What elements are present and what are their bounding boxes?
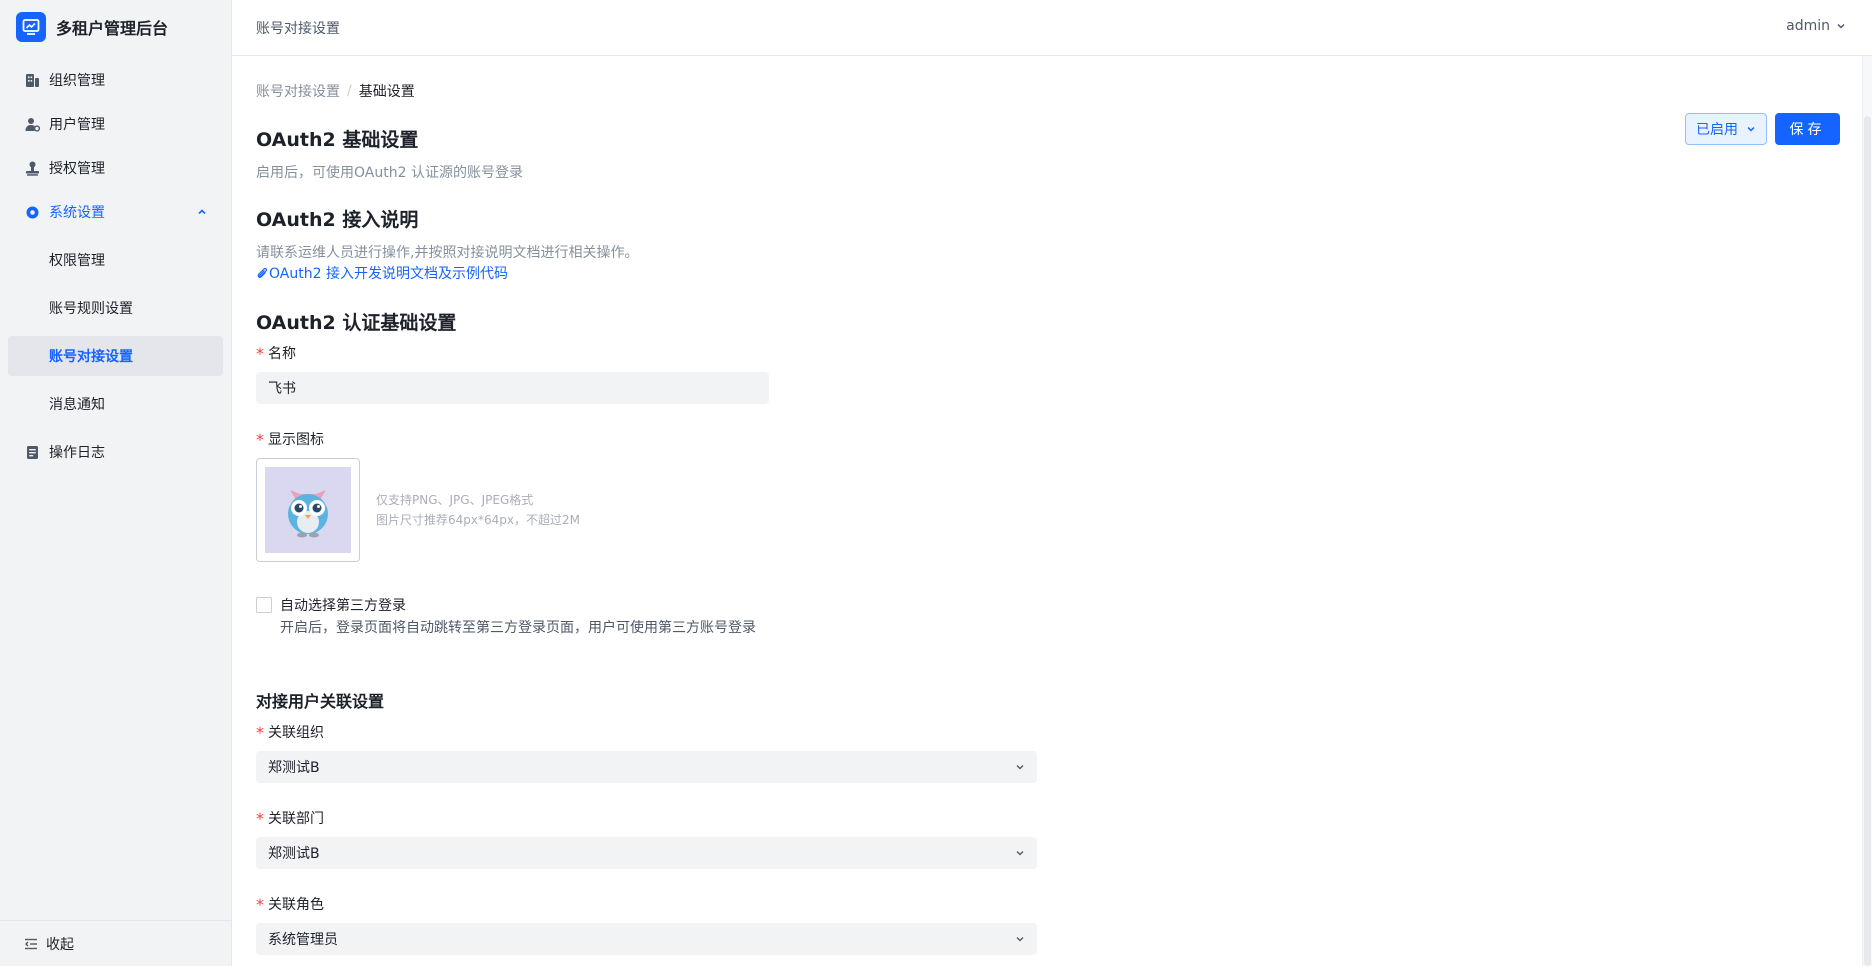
collapse-sidebar-button[interactable]: 收起 [0, 920, 232, 966]
org-select[interactable]: 郑测试B [256, 751, 1037, 783]
app-logo-icon [16, 12, 46, 42]
mapping-title: 对接用户关联设置 [256, 692, 385, 711]
chevron-down-icon [1015, 934, 1025, 944]
guide-link-text: OAuth2 接入开发说明文档及示例代码 [269, 266, 508, 282]
breadcrumb-parent[interactable]: 账号对接设置 [256, 81, 340, 101]
user-menu[interactable]: admin [1786, 18, 1846, 34]
sidebar-item-label: 操作日志 [49, 445, 105, 461]
sidebar-menu: 组织管理 用户管理 授权管理 系统设置 权限管理 账号规则设置 账号对接设置 消… [0, 60, 231, 472]
auto-login-checkbox[interactable] [256, 597, 272, 613]
sidebar-item-label: 授权管理 [49, 161, 105, 177]
sidebar-subitem-label: 账号规则设置 [49, 301, 133, 317]
sidebar-subitem-label: 消息通知 [49, 397, 105, 413]
dept-select-value: 郑测试B [268, 846, 320, 862]
basic-settings-title: OAuth2 基础设置 [256, 129, 419, 151]
sidebar: 多租户管理后台 组织管理 用户管理 授权管理 系统设置 权限管理 账号规则设置 … [0, 0, 232, 966]
label-text: 名称 [268, 346, 296, 362]
icon-field-label: * 显示图标 [256, 429, 324, 449]
sidebar-subitem-permissions[interactable]: 权限管理 [8, 240, 223, 280]
sidebar-item-org[interactable]: 组织管理 [8, 60, 223, 100]
user-settings-icon [24, 116, 40, 132]
sidebar-subitem-label: 权限管理 [49, 253, 105, 269]
breadcrumb-separator: / [347, 83, 352, 99]
required-mark: * [256, 722, 264, 742]
sidebar-subitem-notifications[interactable]: 消息通知 [8, 384, 223, 424]
auto-login-label[interactable]: 自动选择第三方登录 [280, 595, 406, 615]
app-name: 多租户管理后台 [56, 19, 169, 38]
sidebar-item-auth[interactable]: 授权管理 [8, 148, 223, 188]
brand[interactable]: 多租户管理后台 [0, 0, 231, 54]
breadcrumb: 账号对接设置 / 基础设置 [256, 81, 1846, 101]
required-mark: * [256, 343, 264, 363]
scrollbar-track[interactable] [1862, 56, 1872, 966]
guide-desc: 请联系运维人员进行操作,并按照对接说明文档进行相关操作。 [256, 245, 639, 261]
required-mark: * [256, 894, 264, 914]
sidebar-subitem-account-integration[interactable]: 账号对接设置 [8, 336, 223, 376]
sidebar-item-logs[interactable]: 操作日志 [8, 432, 223, 472]
chevron-down-icon [1747, 126, 1755, 132]
guide-doc-link[interactable]: OAuth2 接入开发说明文档及示例代码 [256, 263, 508, 283]
gear-icon [24, 204, 40, 220]
username: admin [1786, 18, 1830, 34]
sidebar-item-label: 组织管理 [49, 73, 105, 89]
basic-settings-desc: 启用后，可使用OAuth2 认证源的账号登录 [256, 165, 523, 181]
status-value: 已启用 [1696, 122, 1738, 138]
role-select-value: 系统管理员 [268, 932, 338, 948]
label-text: 显示图标 [268, 432, 324, 448]
icon-hint-size: 图片尺寸推荐64px*64px，不超过2M [376, 513, 580, 527]
document-icon [24, 444, 40, 460]
sidebar-subitem-account-rules[interactable]: 账号规则设置 [8, 288, 223, 328]
label-text: 关联角色 [268, 897, 324, 913]
auto-login-desc: 开启后，登录页面将自动跳转至第三方登录页面，用户可使用第三方账号登录 [280, 620, 756, 636]
required-mark: * [256, 429, 264, 449]
auth-settings-title: OAuth2 认证基础设置 [256, 312, 457, 334]
guide-title: OAuth2 接入说明 [256, 209, 419, 231]
dept-field-label: * 关联部门 [256, 808, 324, 828]
stamp-icon [24, 160, 40, 176]
icon-hint-format: 仅支持PNG、JPG、JPEG格式 [376, 493, 534, 507]
icon-upload-hint: 仅支持PNG、JPG、JPEG格式 图片尺寸推荐64px*64px，不超过2M [376, 490, 580, 530]
sidebar-item-users[interactable]: 用户管理 [8, 104, 223, 144]
sidebar-subitem-label: 账号对接设置 [49, 349, 133, 365]
owl-icon [265, 467, 351, 553]
label-text: 关联组织 [268, 725, 324, 741]
org-select-value: 郑测试B [268, 760, 320, 776]
breadcrumb-current: 基础设置 [358, 84, 415, 100]
chevron-down-icon [1837, 23, 1845, 29]
org-field-label: * 关联组织 [256, 722, 324, 742]
required-mark: * [256, 808, 264, 828]
role-field-label: * 关联角色 [256, 894, 324, 914]
role-select[interactable]: 系统管理员 [256, 923, 1037, 955]
name-input[interactable]: 飞书 [256, 372, 769, 404]
dept-select[interactable]: 郑测试B [256, 837, 1037, 869]
page-header-title: 账号对接设置 [256, 20, 340, 37]
save-button[interactable]: 保存 [1775, 113, 1840, 145]
status-select[interactable]: 已启用 [1685, 113, 1767, 145]
sidebar-item-label: 系统设置 [49, 205, 105, 221]
scrollbar-thumb[interactable] [1864, 116, 1871, 966]
chevron-up-icon [197, 207, 207, 217]
sidebar-item-settings[interactable]: 系统设置 [8, 192, 223, 232]
main-content: 账号对接设置 / 基础设置 已启用 保存 OAuth2 基础设置 启用后，可使用… [256, 56, 1846, 955]
paperclip-icon [257, 267, 268, 278]
top-header: 账号对接设置 admin [232, 0, 1872, 56]
chevron-down-icon [1015, 848, 1025, 858]
page-actions: 已启用 保存 [1685, 113, 1840, 145]
building-icon [24, 72, 40, 88]
chevron-down-icon [1015, 762, 1025, 772]
sidebar-item-label: 用户管理 [49, 117, 105, 133]
label-text: 关联部门 [268, 811, 324, 827]
collapse-label: 收起 [46, 936, 74, 953]
menu-fold-icon [24, 937, 38, 951]
icon-upload[interactable] [256, 458, 360, 562]
name-field-label: * 名称 [256, 343, 296, 363]
